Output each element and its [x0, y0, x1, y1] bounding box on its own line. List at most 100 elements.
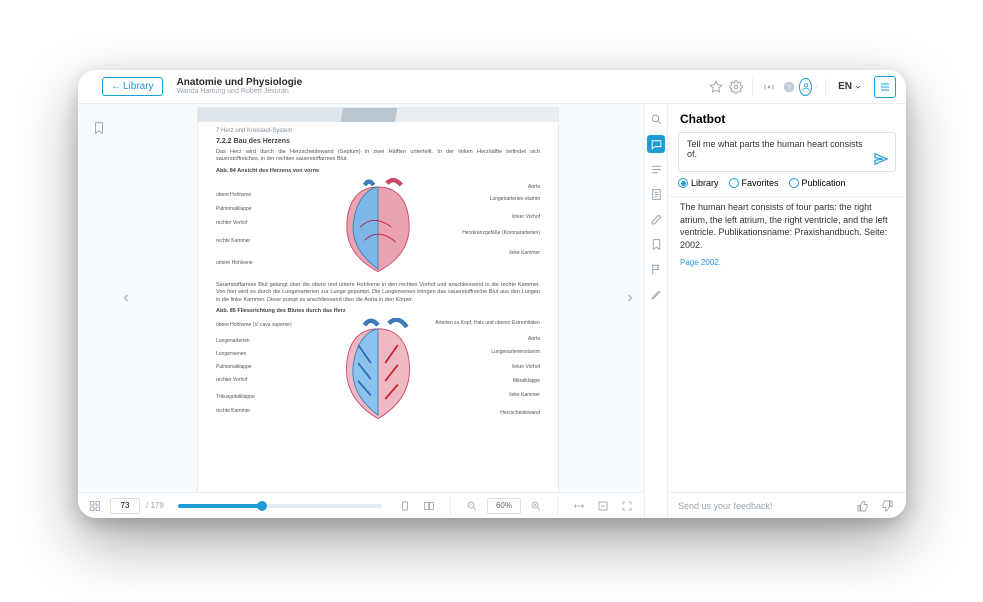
diagram-label: Trikuspidalklappe — [216, 394, 255, 400]
two-page-icon[interactable] — [420, 497, 438, 515]
page-total: / 179 — [146, 501, 164, 510]
flag-icon[interactable] — [647, 260, 665, 278]
scope-label: Publication — [802, 178, 846, 188]
library-button[interactable]: ← Library — [102, 77, 163, 96]
prev-page-button[interactable] — [120, 104, 132, 492]
toc-icon[interactable] — [647, 160, 665, 178]
language-label: EN — [838, 81, 852, 92]
edit-icon[interactable] — [647, 210, 665, 228]
section-heading: 7.2.2 Bau des Herzens — [216, 138, 540, 145]
scope-label: Favorites — [742, 178, 779, 188]
fit-width-icon[interactable] — [570, 497, 588, 515]
chat-answer: The human heart consists of four parts: … — [668, 196, 906, 492]
page: 7 Herz und Kreislauf-System 7.2.2 Bau de… — [198, 108, 558, 492]
diagram-label: untere Hohlvene — [216, 260, 253, 266]
page-viewport: 7 Herz und Kreislauf-System 7.2.2 Bau de… — [132, 104, 624, 492]
bookmark-icon[interactable] — [647, 235, 665, 253]
chat-answer-link[interactable]: Page 2002. — [680, 257, 894, 268]
doc-title: Anatomie und Physiologie — [177, 77, 303, 88]
page-slider[interactable] — [178, 499, 382, 513]
diagram-label: Lungenarterien — [216, 338, 250, 344]
diagram-label: Mitralklappe — [513, 378, 540, 384]
highlight-icon[interactable] — [647, 285, 665, 303]
fig1-caption: Abb. 84 Ansicht des Herzens von vorne — [216, 168, 540, 174]
reader-footer: / 179 60% — [78, 492, 644, 518]
chatbot-panel: Chatbot Tell me what parts the human hea… — [668, 104, 906, 518]
app-window: ← Library Anatomie und Physiologie Wanda… — [78, 70, 906, 518]
chat-answer-text: The human heart consists of four parts: … — [680, 202, 888, 250]
search-icon[interactable] — [647, 110, 665, 128]
scope-radio-publication[interactable]: Publication — [789, 178, 846, 188]
diagram-label: Lungenvenen — [216, 351, 246, 357]
reader-body: 7 Herz und Kreislauf-System 7.2.2 Bau de… — [78, 104, 644, 492]
send-icon[interactable] — [873, 151, 889, 167]
zoom-out-icon[interactable] — [463, 497, 481, 515]
diagram-label: Pulmonalklappe — [216, 364, 252, 370]
diagram-label: rechte Kammer — [216, 238, 250, 244]
diagram-label: Lungenarterienstamm — [491, 349, 540, 355]
thumbs-down-icon[interactable] — [878, 497, 896, 515]
page-number-input[interactable] — [110, 498, 140, 514]
scope-radio-library[interactable]: Library — [678, 178, 719, 188]
diagram-label: Herzscheidewand — [500, 410, 540, 416]
diagram-label: Aorta — [528, 336, 540, 342]
reader: 7 Herz und Kreislauf-System 7.2.2 Bau de… — [78, 104, 644, 518]
scope-radio-favorites[interactable]: Favorites — [729, 178, 779, 188]
library-button-label: Library — [123, 81, 154, 92]
feedback-prompt: Send us your feedback! — [678, 501, 773, 511]
help-icon[interactable]: ? — [779, 77, 799, 97]
language-selector[interactable]: EN — [832, 81, 868, 92]
chevron-down-icon — [854, 83, 862, 91]
next-page-button[interactable] — [624, 104, 636, 492]
zoom-in-icon[interactable] — [527, 497, 545, 515]
chat-panel-footer: Send us your feedback! — [668, 492, 906, 518]
arrow-left-icon: ← — [111, 81, 121, 92]
page-header-banner — [198, 108, 558, 122]
chat-scope-row: Library Favorites Publication — [668, 178, 906, 196]
tool-rail — [644, 104, 668, 518]
heart-diagram-1: obere Hohlvene Pulmonalklappe rechter Vo… — [216, 178, 540, 278]
notes-icon[interactable] — [647, 185, 665, 203]
panel-toggle-button[interactable] — [874, 76, 896, 98]
diagram-label: obere Hohlvene (V. cava superior) — [216, 322, 292, 328]
diagram-label: linke Kammer — [509, 250, 540, 256]
diagram-label: linker Vorhof — [512, 364, 540, 370]
settings-gear-icon[interactable] — [726, 77, 746, 97]
chatbot-title: Chatbot — [668, 104, 906, 132]
svg-text:?: ? — [787, 84, 791, 91]
topbar: ← Library Anatomie und Physiologie Wanda… — [78, 70, 906, 104]
diagram-label: rechter Vorhof — [216, 377, 247, 383]
doc-authors: Wanda Hartung und Robert Jesuran — [177, 88, 303, 96]
scope-label: Library — [691, 178, 719, 188]
chapter-line: 7 Herz und Kreislauf-System — [216, 128, 540, 134]
single-page-icon[interactable] — [396, 497, 414, 515]
user-avatar[interactable] — [799, 77, 819, 97]
diagram-label: obere Hohlvene — [216, 192, 251, 198]
favorite-star-icon[interactable] — [706, 77, 726, 97]
heart-diagram-2: obere Hohlvene (V. cava superior) Lungen… — [216, 318, 540, 430]
left-gutter — [78, 104, 120, 492]
diagram-label: rechte Kammer — [216, 408, 250, 414]
diagram-label: Aorta — [528, 184, 540, 190]
diagram-label: linker Vorhof — [512, 214, 540, 220]
diagram-label: Arterien zu Kopf, Hals und oberen Extrem… — [435, 320, 540, 326]
chat-input-box: Tell me what parts the human heart consi… — [678, 132, 896, 172]
section-paragraph: Das Herz wird durch die Herzscheidewand … — [216, 149, 540, 164]
diagram-label: linke Kammer — [509, 392, 540, 398]
fit-page-icon[interactable] — [594, 497, 612, 515]
zoom-percent[interactable]: 60% — [487, 498, 521, 514]
bookmark-ribbon-icon[interactable] — [92, 119, 106, 137]
diagram-label: rechter Vorhof — [216, 220, 247, 226]
chat-icon[interactable] — [647, 135, 665, 153]
fig2-caption: Abb. 85 Fliessrichtung des Blutes durch … — [216, 308, 540, 314]
diagram-label: Herzkranzgefäße (Koronararterien) — [462, 230, 540, 236]
thumbnails-icon[interactable] — [86, 497, 104, 515]
broadcast-icon[interactable] — [759, 77, 779, 97]
chat-input[interactable]: Tell me what parts the human heart consi… — [687, 139, 867, 159]
main-row: 7 Herz und Kreislauf-System 7.2.2 Bau de… — [78, 104, 906, 518]
fullscreen-icon[interactable] — [618, 497, 636, 515]
doc-title-block: Anatomie und Physiologie Wanda Hartung u… — [177, 77, 303, 96]
thumbs-up-icon[interactable] — [854, 497, 872, 515]
diagram-label: Lungenarterien-stamm — [490, 196, 540, 202]
diagram-label: Pulmonalklappe — [216, 206, 252, 212]
